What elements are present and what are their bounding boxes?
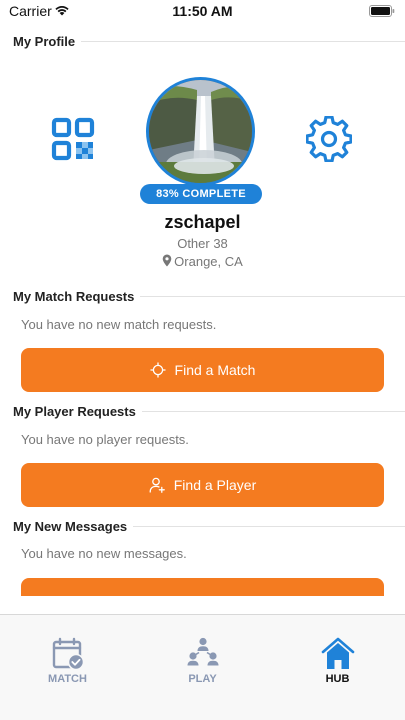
completion-badge: 83% COMPLETE — [140, 184, 262, 204]
qr-code-icon[interactable] — [51, 117, 95, 161]
profile-subinfo: Other 38 — [177, 236, 228, 251]
tab-match[interactable]: MATCH — [0, 615, 135, 695]
battery-icon — [369, 5, 395, 17]
status-time: 11:50 AM — [172, 3, 233, 19]
tab-hub[interactable]: HUB — [270, 615, 405, 695]
username: zschapel — [164, 212, 241, 232]
match-requests-header: My Match Requests — [13, 287, 405, 305]
section-title: My New Messages — [13, 518, 128, 534]
divider — [140, 295, 405, 297]
profile-location: Orange, CA — [0, 254, 405, 269]
messages-header: My New Messages — [13, 517, 405, 535]
player-requests-empty-text: You have no player requests. — [21, 432, 189, 447]
tab-bar: MATCH PLAY HUB — [0, 614, 405, 720]
add-user-icon — [149, 477, 165, 493]
location-text: Orange, CA — [174, 254, 243, 269]
home-icon — [321, 637, 354, 669]
crosshair-icon — [150, 362, 166, 378]
find-player-button[interactable]: Find a Player — [21, 463, 384, 507]
avatar-image — [149, 80, 252, 183]
tab-label: MATCH — [48, 673, 87, 685]
status-bar: Carrier 11:50 AM — [0, 0, 405, 24]
divider — [81, 40, 405, 42]
player-requests-header: My Player Requests — [13, 402, 405, 420]
divider — [141, 410, 405, 412]
calendar-check-icon — [52, 637, 84, 671]
people-group-icon — [187, 637, 218, 666]
find-match-button[interactable]: Find a Match — [21, 348, 384, 392]
find-match-label: Find a Match — [174, 362, 256, 378]
find-player-label: Find a Player — [173, 477, 257, 493]
profile-section-header: My Profile — [13, 32, 405, 50]
messages-button[interactable] — [21, 578, 384, 596]
tab-play[interactable]: PLAY — [135, 615, 270, 695]
avatar[interactable] — [146, 77, 255, 186]
tab-label: HUB — [325, 673, 350, 685]
section-title: My Match Requests — [13, 288, 135, 304]
match-requests-empty-text: You have no new match requests. — [21, 317, 217, 332]
messages-empty-text: You have no new messages. — [21, 546, 187, 561]
section-title: My Player Requests — [13, 403, 136, 419]
gear-icon[interactable] — [306, 116, 352, 162]
section-title: My Profile — [13, 33, 76, 49]
tab-label: PLAY — [188, 673, 217, 685]
divider — [133, 525, 405, 527]
map-pin-icon — [162, 254, 172, 267]
